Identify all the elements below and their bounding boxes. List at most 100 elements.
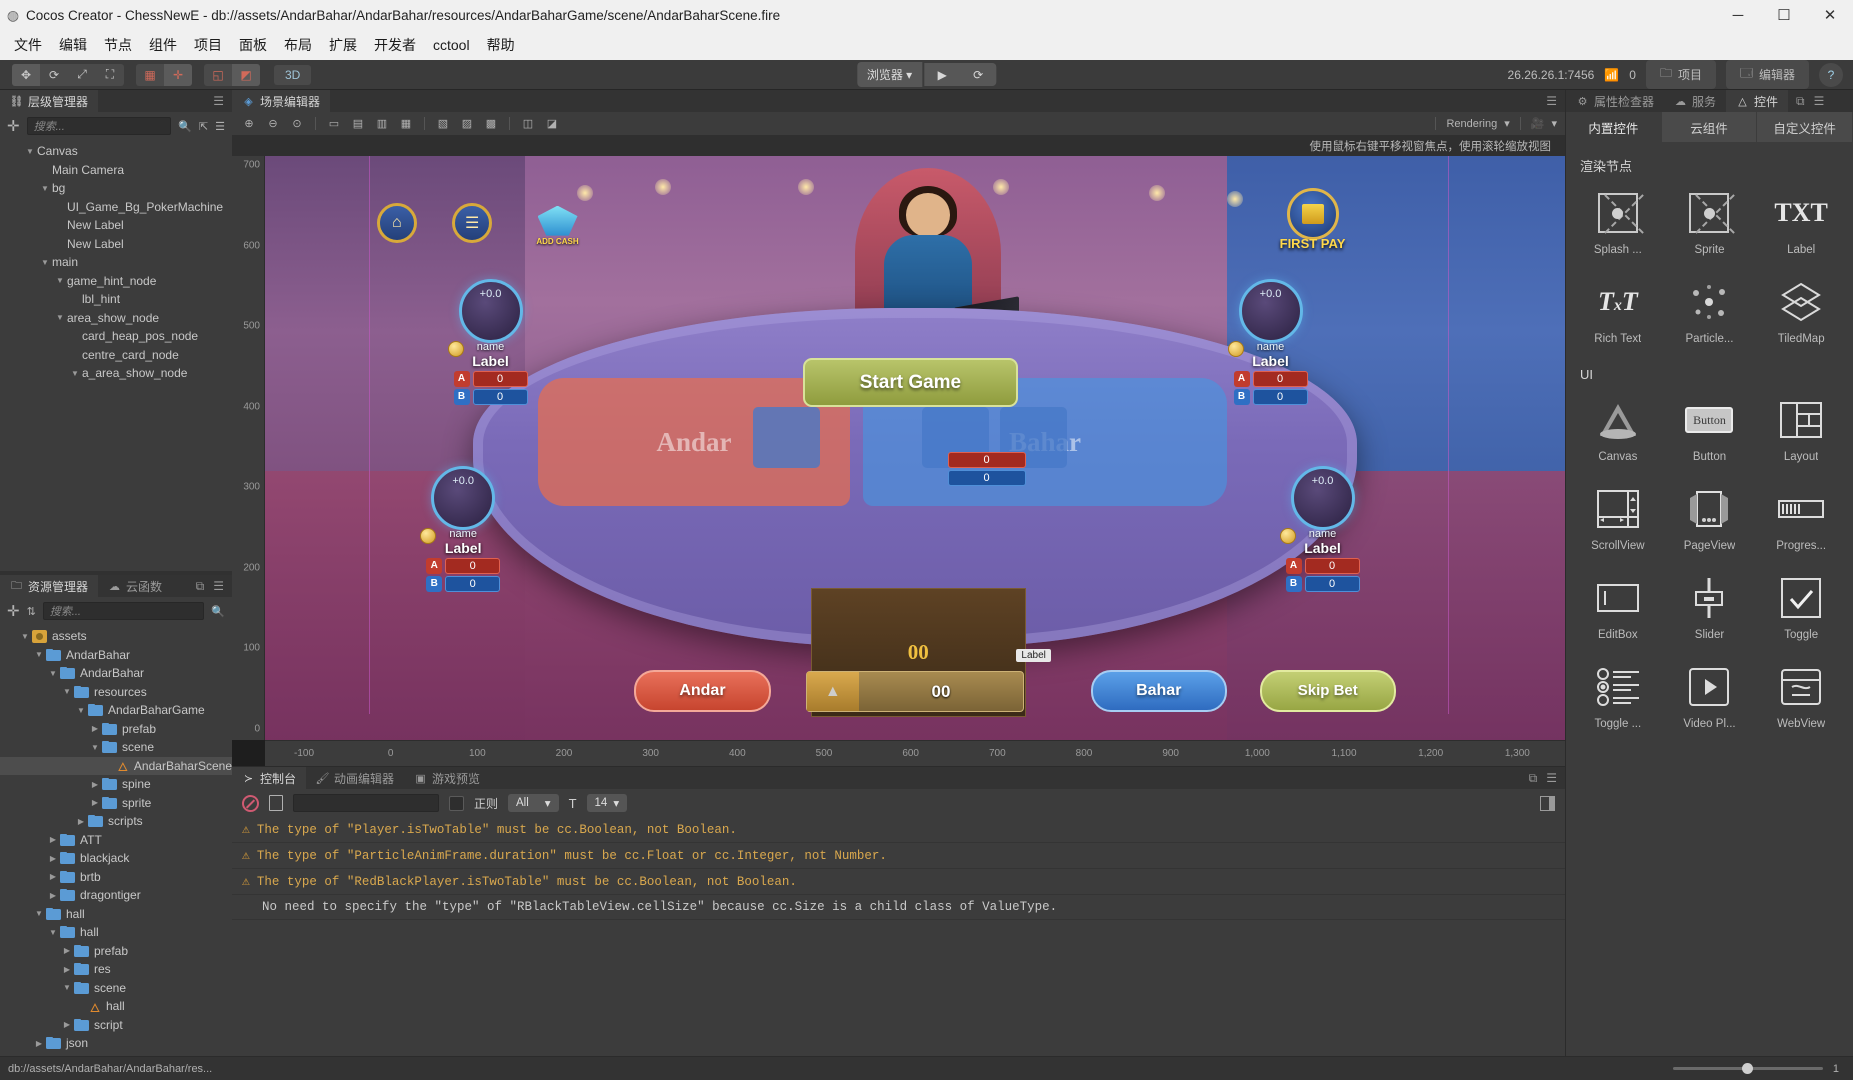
menu-item-2[interactable]: 节点: [104, 35, 132, 55]
close-button[interactable]: ✕: [1807, 0, 1853, 30]
chevron-right-icon[interactable]: ▸: [68, 350, 82, 359]
widget-item-scrollview[interactable]: ScrollView: [1572, 479, 1664, 558]
rendering-chevron-down-icon[interactable]: ▾: [1504, 117, 1510, 130]
widget-item-progressbar[interactable]: Progres...: [1755, 479, 1847, 558]
chevron-down-icon[interactable]: ▼: [53, 276, 67, 285]
chevron-down-icon[interactable]: ▼: [46, 928, 60, 937]
chevron-down-icon[interactable]: ▼: [38, 184, 52, 193]
hierarchy-node[interactable]: ▼a_area_show_node: [0, 364, 232, 383]
search-icon[interactable]: 🔍: [178, 120, 192, 133]
menu-item-3[interactable]: 组件: [149, 35, 177, 55]
menu-item-1[interactable]: 编辑: [59, 35, 87, 55]
chevron-right-icon[interactable]: ▶: [60, 1020, 74, 1029]
distribute-h-icon[interactable]: ▩: [482, 116, 500, 132]
widget-item-videoplayer[interactable]: Video Pl...: [1664, 657, 1756, 736]
asset-node[interactable]: ▸🜂AndarBaharScene: [0, 757, 232, 776]
move-tool-icon[interactable]: ✥: [12, 64, 40, 86]
tab-hierarchy[interactable]: ⛓ 层级管理器: [0, 90, 98, 112]
chevron-right-icon[interactable]: ▶: [88, 780, 102, 789]
add-cash-button[interactable]: ADD CASH: [532, 206, 584, 246]
hierarchy-search-input[interactable]: 搜索...: [27, 117, 172, 135]
camera-chevron-down-icon[interactable]: ▾: [1551, 117, 1557, 130]
asset-node[interactable]: ▼AndarBahar: [0, 664, 232, 683]
subtab-云组件[interactable]: 云组件: [1662, 112, 1758, 142]
hierarchy-node[interactable]: ▼Canvas: [0, 142, 232, 161]
zoom-slider[interactable]: [1673, 1067, 1823, 1070]
chevron-right-icon[interactable]: ▶: [46, 872, 60, 881]
chevron-right-icon[interactable]: ▸: [38, 165, 52, 174]
local-coord-icon[interactable]: ◱: [204, 64, 232, 86]
align-center-h-icon[interactable]: ▤: [349, 116, 367, 132]
asset-node[interactable]: ▼AndarBahar: [0, 646, 232, 665]
bahar-bet-button[interactable]: Bahar: [1091, 670, 1228, 712]
tab-gear[interactable]: ⚙属性检查器: [1566, 90, 1664, 112]
zoom-slider-handle[interactable]: [1742, 1063, 1753, 1074]
zoom-out-icon[interactable]: ⊖: [264, 116, 282, 132]
sort-icon[interactable]: ⇅: [27, 605, 36, 618]
chevron-right-icon[interactable]: ▶: [88, 798, 102, 807]
refresh-button[interactable]: ⟳: [960, 63, 996, 86]
assets-search-icon[interactable]: 🔍: [211, 605, 225, 618]
add-node-button[interactable]: ✛: [7, 117, 20, 135]
asset-node[interactable]: ▶spine: [0, 775, 232, 794]
bet-amount-bar[interactable]: ▲ 00: [806, 671, 1024, 712]
hierarchy-node[interactable]: ▸lbl_hint: [0, 290, 232, 309]
widget-item-sprite[interactable]: Sprite: [1664, 183, 1756, 262]
tab-widgets[interactable]: △控件: [1726, 90, 1788, 112]
menu-item-9[interactable]: cctool: [433, 37, 470, 53]
distribute-v-icon[interactable]: ◫: [519, 116, 537, 132]
chevron-right-icon[interactable]: ▸: [68, 295, 82, 304]
hierarchy-node[interactable]: ▼area_show_node: [0, 309, 232, 328]
widget-item-tiledmap[interactable]: TiledMap: [1755, 272, 1847, 351]
console-message[interactable]: ⚠The type of "Player.isTwoTable" must be…: [232, 817, 1565, 843]
regex-checkbox[interactable]: [449, 796, 464, 811]
pivot-position-icon[interactable]: ✛: [164, 64, 192, 86]
subtab-自定义控件[interactable]: 自定义控件: [1757, 112, 1853, 142]
chevron-right-icon[interactable]: ▸: [53, 221, 67, 230]
widget-item-pageview[interactable]: PageView: [1664, 479, 1756, 558]
first-pay-button[interactable]: FIRST PAY: [1273, 188, 1353, 251]
asset-node[interactable]: ▶dragontiger: [0, 886, 232, 905]
asset-node[interactable]: ▶prefab: [0, 720, 232, 739]
align-top-icon[interactable]: ▦: [397, 116, 415, 132]
help-button[interactable]: ?: [1819, 63, 1843, 87]
asset-node[interactable]: ▶prefab: [0, 942, 232, 961]
toggle-3d-button[interactable]: 3D: [274, 65, 311, 85]
menu-item-0[interactable]: 文件: [14, 35, 42, 55]
console-message[interactable]: ⚠The type of "ParticleAnimFrame.duration…: [232, 843, 1565, 869]
chevron-right-icon[interactable]: ▶: [60, 946, 74, 955]
hierarchy-node[interactable]: ▸New Label: [0, 235, 232, 254]
chevron-down-icon[interactable]: ▼: [88, 743, 102, 752]
add-asset-button[interactable]: ✛: [7, 602, 20, 620]
scale-tool-icon[interactable]: ⤢: [68, 64, 96, 86]
hierarchy-node[interactable]: ▸card_heap_pos_node: [0, 327, 232, 346]
camera-icon[interactable]: 🎥: [1531, 117, 1545, 130]
chevron-down-icon[interactable]: ▼: [23, 147, 37, 156]
chevron-down-icon[interactable]: ▼: [18, 632, 32, 641]
widget-item-layout[interactable]: Layout: [1755, 390, 1847, 469]
widget-item-editbox[interactable]: EditBox: [1572, 568, 1664, 647]
hierarchy-node[interactable]: ▸New Label: [0, 216, 232, 235]
chevron-down-icon[interactable]: ▼: [74, 706, 88, 715]
asset-node[interactable]: ▼assets: [0, 627, 232, 646]
log-level-select[interactable]: All ▾: [508, 794, 559, 812]
tab-preview[interactable]: ▣游戏预览: [404, 767, 490, 789]
menu-item-6[interactable]: 布局: [284, 35, 312, 55]
chevron-down-icon[interactable]: ▼: [60, 983, 74, 992]
align-bottom-icon[interactable]: ▨: [458, 116, 476, 132]
home-icon[interactable]: ⌂: [377, 203, 417, 243]
asset-node[interactable]: ▼resources: [0, 683, 232, 702]
asset-node[interactable]: ▶blackjack: [0, 849, 232, 868]
editor-button[interactable]: 🗔 编辑器: [1726, 60, 1809, 89]
asset-node[interactable]: ▶json: [0, 1034, 232, 1053]
tab-cloud[interactable]: ☁云函数: [98, 575, 172, 597]
pivot-center-icon[interactable]: ▦: [136, 64, 164, 86]
scene-menu-icon[interactable]: ☰: [1546, 94, 1557, 108]
zoom-fit-icon[interactable]: ⊙: [288, 116, 306, 132]
assets-menu-icon[interactable]: ☰: [213, 579, 224, 593]
asset-node[interactable]: ▼hall: [0, 923, 232, 942]
minimize-button[interactable]: ─: [1715, 0, 1761, 30]
preview-target-select[interactable]: 浏览器 ▾: [857, 62, 922, 87]
andar-bet-button[interactable]: Andar: [634, 670, 771, 712]
widget-item-webview[interactable]: WebView: [1755, 657, 1847, 736]
